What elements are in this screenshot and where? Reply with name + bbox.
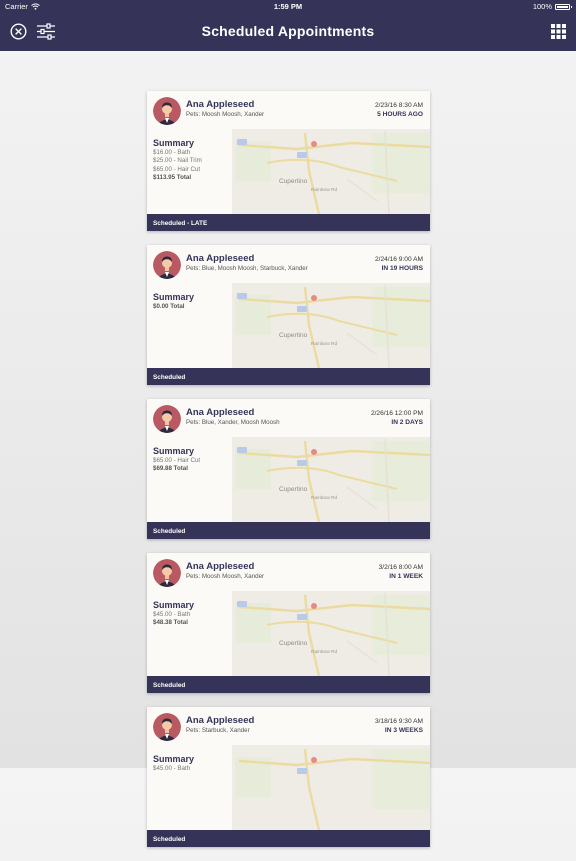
pets-list: Pets: Blue, Xander, Moosh Moosh (186, 419, 280, 426)
summary-lines: $45.00 - Bath $48.38 Total (153, 611, 190, 628)
appointment-card[interactable]: Ana Appleseed Pets: Starbuck, Xander 3/1… (147, 707, 430, 847)
line-item: $45.00 - Bath (153, 765, 191, 772)
summary-title: Summary (153, 446, 195, 456)
battery-percent: 100% (532, 2, 552, 11)
person-icon (153, 251, 181, 279)
appointment-relative-time: IN 2 DAYS (391, 419, 423, 426)
person-icon (153, 559, 181, 587)
appointment-date: 3/18/16 9:30 AM (374, 718, 423, 725)
status-bar: Scheduled (147, 676, 430, 693)
appointment-date: 3/2/16 8:00 AM (378, 564, 423, 571)
avatar (153, 559, 181, 587)
summary-title: Summary (153, 754, 195, 764)
client-name: Ana Appleseed (186, 407, 255, 418)
client-name: Ana Appleseed (186, 253, 255, 264)
map-city-label: Cupertino (279, 486, 308, 493)
appointment-list: Cupertino Rainbow Rd Ana Appleseed Pets:… (147, 91, 430, 861)
appointment-date: 2/26/16 12:00 PM (370, 410, 423, 417)
summary-lines: $0.00 Total (153, 303, 185, 311)
summary-lines: $16.00 - Bath $25.00 - Nail Trim $65.00 … (153, 149, 202, 182)
map-road-label: Rainbow Rd (311, 495, 337, 501)
pets-list: Pets: Moosh Moosh, Xander (186, 111, 265, 118)
grid-icon (551, 24, 566, 39)
line-item: $25.00 - Nail Trim (153, 157, 202, 165)
line-item: $65.00 - Hair Cut (153, 457, 201, 464)
status-bar: Scheduled (147, 830, 430, 847)
map-road-label: Rainbow Rd (311, 187, 337, 193)
avatar (153, 713, 181, 741)
line-item: $45.00 - Bath (153, 611, 191, 618)
person-icon (153, 713, 181, 741)
map-road-label: Rainbow Rd (311, 341, 337, 347)
summary-lines: $45.00 - Bath (153, 765, 190, 773)
avatar (153, 251, 181, 279)
map-city-label: Cupertino (279, 640, 308, 647)
clock: 1:59 PM (273, 2, 303, 11)
client-name: Ana Appleseed (186, 561, 255, 572)
map-city-label: Cupertino (279, 332, 308, 339)
line-item: $16.00 - Bath (153, 149, 191, 156)
pets-list: Pets: Blue, Moosh Moosh, Starbuck, Xande… (186, 265, 308, 272)
avatar (153, 97, 181, 125)
pets-list: Pets: Moosh Moosh, Xander (186, 573, 265, 580)
map-road-label: Rainbow Rd (311, 649, 337, 655)
status-bar: Carrier 1:59 PM 100% (0, 0, 576, 13)
line-item: $65.00 - Hair Cut (153, 165, 201, 173)
summary-title: Summary (153, 138, 195, 148)
appointment-card[interactable]: Cupertino Rainbow Rd Ana Appleseed Pets:… (147, 245, 430, 385)
page-title: Scheduled Appointments (201, 23, 375, 39)
appointment-relative-time: IN 1 WEEK (389, 573, 423, 580)
client-name: Ana Appleseed (186, 715, 255, 726)
summary-title: Summary (153, 292, 195, 302)
person-icon (153, 405, 181, 433)
summary-total: $113.95 Total (153, 173, 192, 181)
avatar (153, 405, 181, 433)
status-bar: Scheduled (147, 522, 430, 539)
appointment-card[interactable]: Cupertino Rainbow Rd Ana Appleseed Pets:… (147, 399, 430, 539)
pets-list: Pets: Starbuck, Xander (186, 727, 250, 734)
status-bar: Scheduled (147, 368, 430, 385)
summary-lines: $65.00 - Hair Cut $69.88 Total (153, 457, 200, 474)
summary-total: $48.38 Total (153, 619, 188, 627)
map-city-label: Cupertino (279, 178, 308, 185)
battery-indicator: 100% (532, 2, 572, 11)
summary-total: $69.88 Total (153, 465, 188, 473)
client-name: Ana Appleseed (186, 99, 255, 110)
appointment-relative-time: IN 19 HOURS (381, 265, 423, 272)
person-icon (153, 97, 181, 125)
appointment-relative-time: 5 HOURS AGO (377, 111, 423, 118)
appointment-relative-time: IN 3 WEEKS (384, 727, 423, 734)
grid-view-button[interactable] (551, 24, 566, 39)
status-bar-late: Scheduled - LATE (147, 214, 430, 231)
summary-title: Summary (153, 600, 195, 610)
appointment-date: 2/23/16 8:30 AM (374, 102, 423, 109)
navigation-bar: Scheduled Appointments (0, 13, 576, 51)
appointment-card[interactable]: Cupertino Rainbow Rd Ana Appleseed Pets:… (147, 91, 430, 231)
appointment-card[interactable]: Cupertino Rainbow Rd Ana Appleseed Pets:… (147, 553, 430, 693)
summary-total: $0.00 Total (153, 303, 185, 310)
appointment-date: 2/24/16 9:00 AM (374, 256, 423, 263)
battery-icon (555, 3, 572, 10)
